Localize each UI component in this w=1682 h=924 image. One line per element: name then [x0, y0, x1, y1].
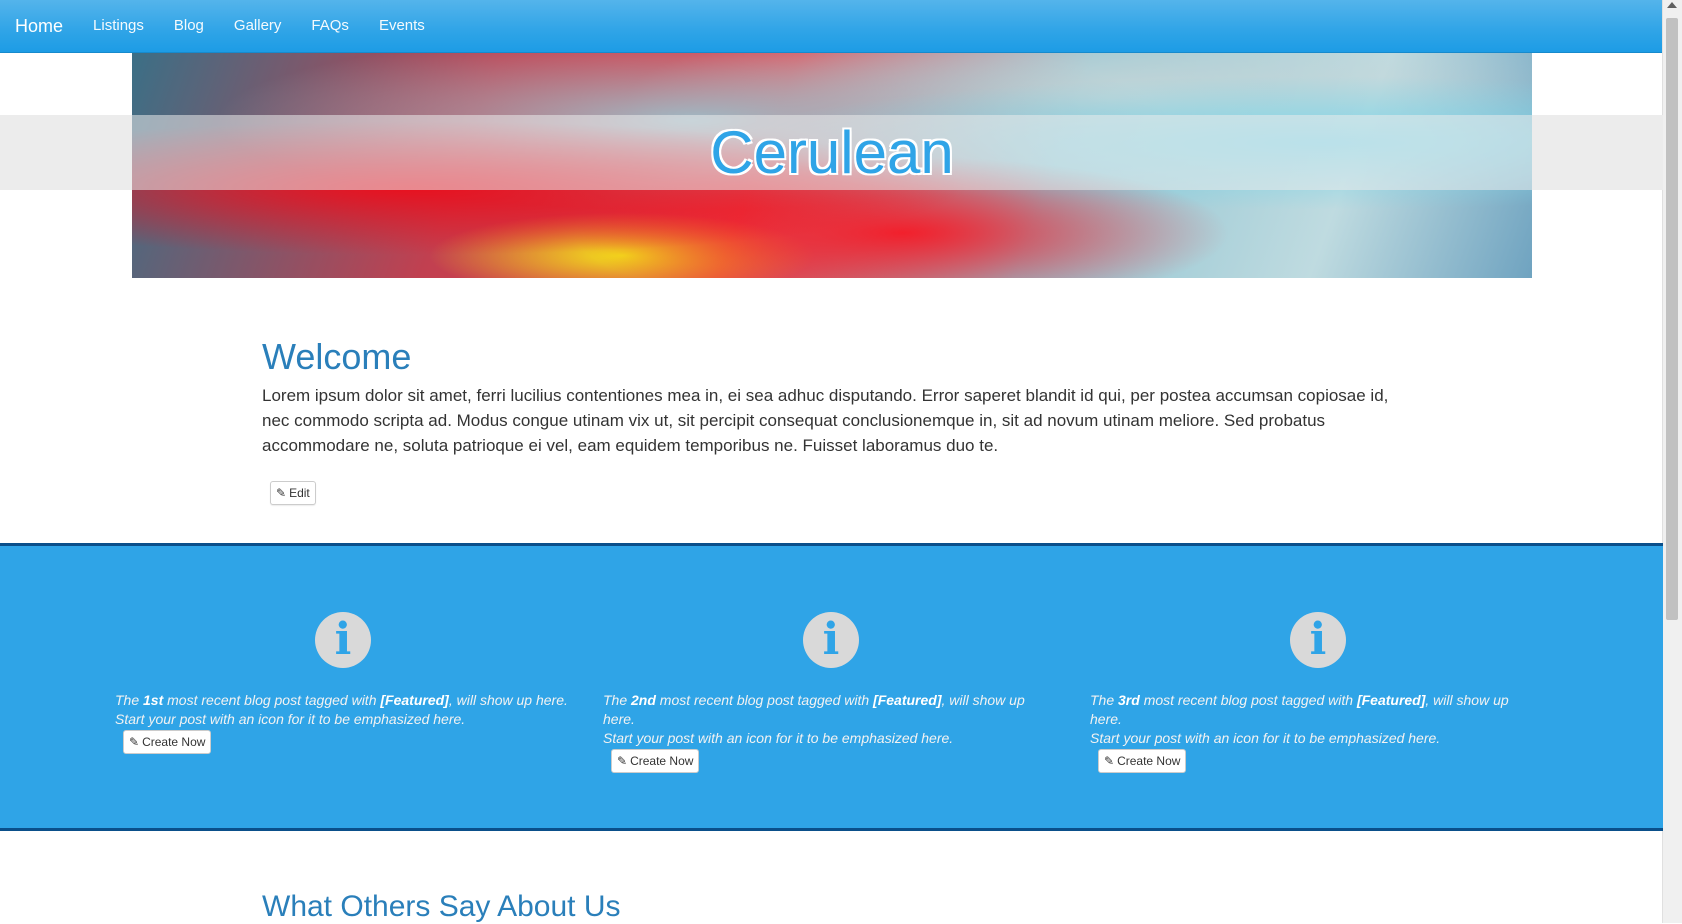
- welcome-paragraph: Lorem ipsum dolor sit amet, ferri lucili…: [262, 386, 1389, 455]
- pencil-icon: ✎: [617, 754, 628, 768]
- nav-gallery-link[interactable]: Gallery: [219, 0, 297, 52]
- edit-button-label: Edit: [289, 486, 310, 500]
- featured-post-text: The 3rd most recent blog post tagged wit…: [1090, 692, 1509, 746]
- pencil-icon: ✎: [276, 486, 287, 500]
- nav-blog-link[interactable]: Blog: [159, 0, 219, 52]
- welcome-heading: Welcome: [262, 336, 412, 377]
- create-now-button[interactable]: ✎ Create Now: [611, 749, 700, 773]
- scroll-thumb[interactable]: [1666, 18, 1678, 620]
- pencil-icon: ✎: [129, 735, 140, 749]
- info-icon: i: [1290, 612, 1346, 668]
- nav-faqs-link[interactable]: FAQs: [296, 0, 364, 52]
- page-scrollbar[interactable]: [1662, 0, 1682, 923]
- create-now-button[interactable]: ✎ Create Now: [123, 730, 212, 754]
- scroll-up-icon[interactable]: [1667, 2, 1677, 8]
- nav-listings-link[interactable]: Listings: [78, 0, 159, 52]
- featured-post-text: The 2nd most recent blog post tagged wit…: [603, 692, 1025, 746]
- nav-events-link[interactable]: Events: [364, 0, 440, 52]
- info-icon: i: [803, 612, 859, 668]
- testimonials-heading: What Others Say About Us: [262, 890, 621, 923]
- nav-home-link[interactable]: Home: [0, 0, 78, 52]
- top-navbar: Home Listings Blog Gallery FAQs Events: [0, 0, 1663, 53]
- pencil-icon: ✎: [1104, 754, 1115, 768]
- featured-post-text: The 1st most recent blog post tagged wit…: [115, 692, 568, 727]
- site-title: Cerulean: [710, 119, 954, 186]
- info-icon: i: [315, 612, 371, 668]
- create-now-button[interactable]: ✎ Create Now: [1098, 749, 1187, 773]
- edit-button[interactable]: ✎ Edit: [270, 481, 316, 505]
- featured-posts-band: i The 1st most recent blog post tagged w…: [0, 543, 1663, 831]
